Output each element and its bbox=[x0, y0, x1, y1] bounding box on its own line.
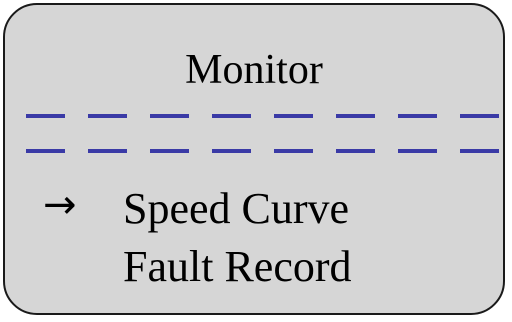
monitor-menu-panel: Monitor → Speed Curve Fault Record bbox=[3, 3, 505, 315]
divider-dash bbox=[460, 114, 499, 118]
divider-dash bbox=[460, 149, 499, 153]
divider-dash bbox=[212, 149, 251, 153]
menu-item-speed-curve[interactable]: Speed Curve bbox=[123, 187, 349, 231]
divider-dash bbox=[336, 114, 375, 118]
divider-dash bbox=[26, 114, 65, 118]
divider-dashed-top bbox=[26, 114, 499, 118]
divider-dash bbox=[26, 149, 65, 153]
menu-item-fault-record[interactable]: Fault Record bbox=[123, 245, 352, 289]
divider-dash bbox=[274, 114, 313, 118]
divider-dash bbox=[88, 114, 127, 118]
divider-dash bbox=[212, 114, 251, 118]
divider-dash bbox=[398, 149, 437, 153]
divider-dash bbox=[336, 149, 375, 153]
divider-dash bbox=[88, 149, 127, 153]
right-arrow-icon: → bbox=[43, 182, 77, 228]
divider-dash bbox=[150, 114, 189, 118]
divider-dash bbox=[274, 149, 313, 153]
divider-dash bbox=[150, 149, 189, 153]
page-title: Monitor bbox=[185, 47, 323, 93]
divider-dash bbox=[398, 114, 437, 118]
divider-dashed-bottom bbox=[26, 149, 499, 153]
